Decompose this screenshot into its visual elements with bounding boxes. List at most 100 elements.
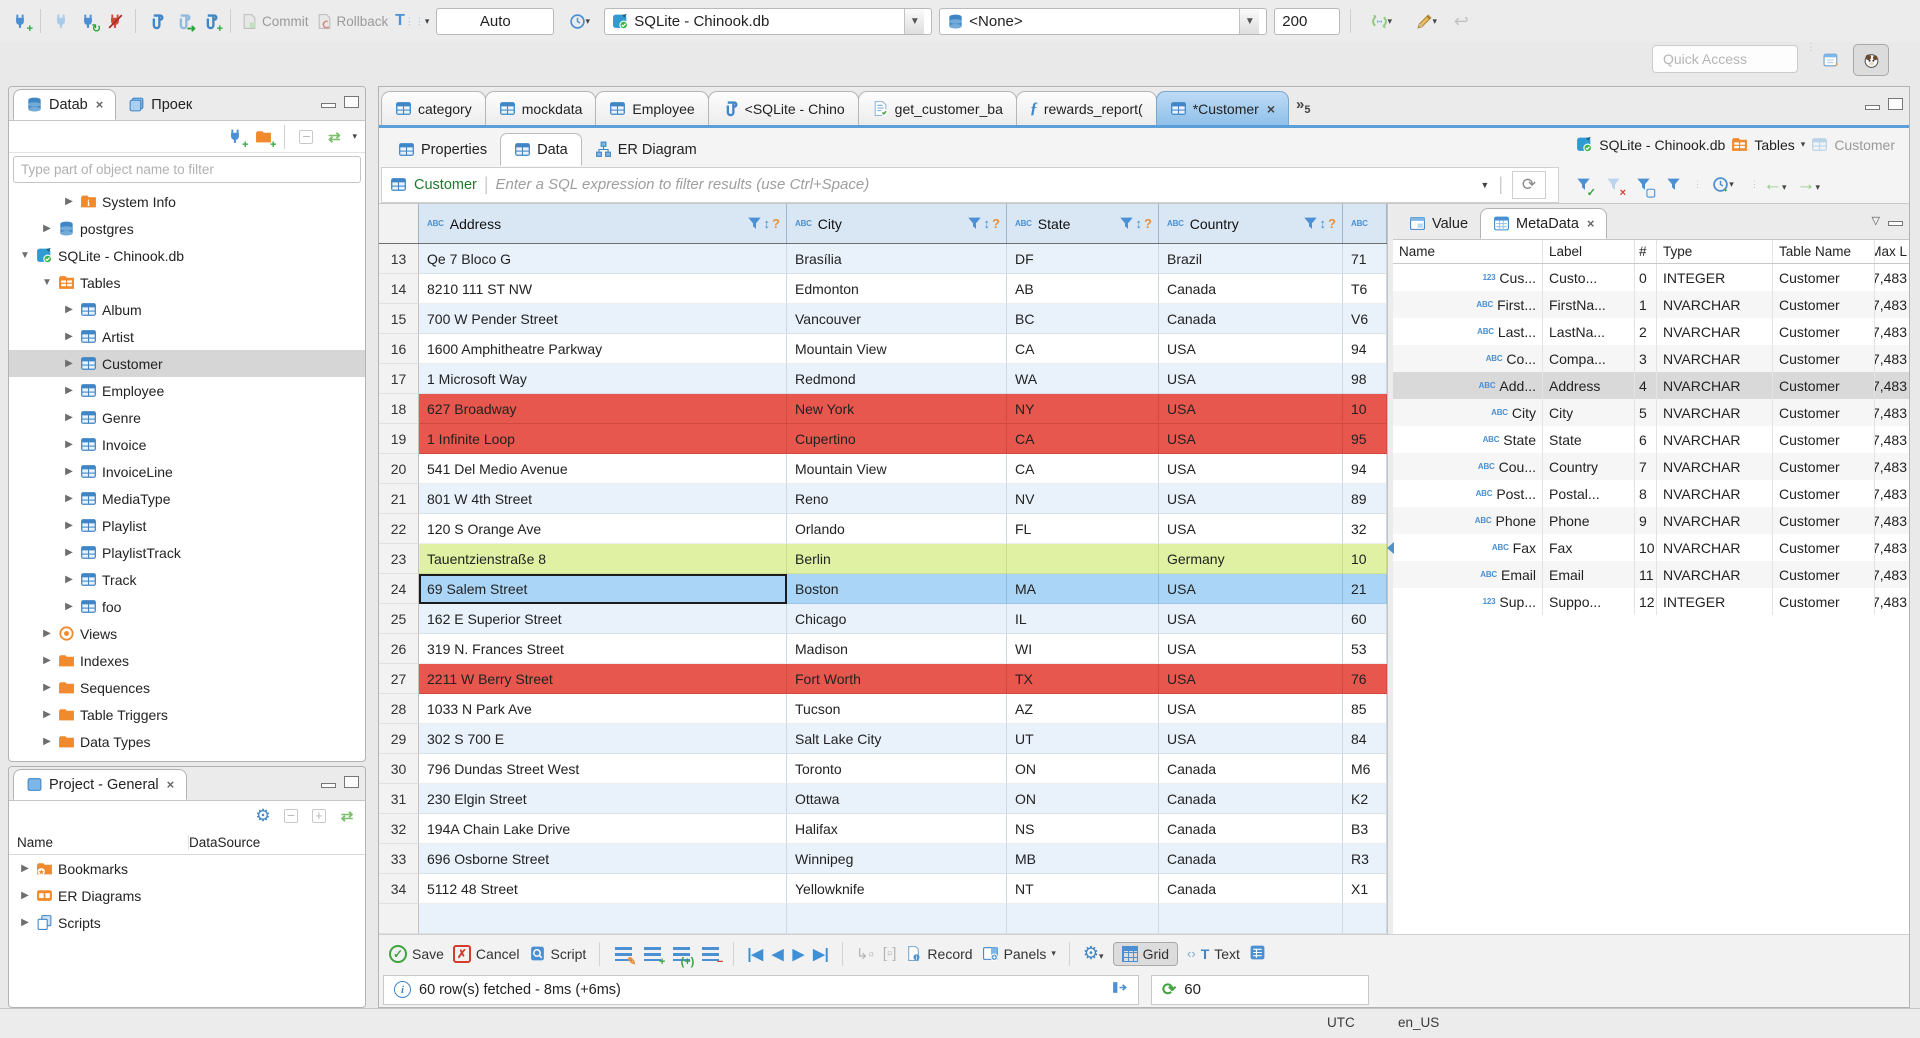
grid-cell[interactable]: Yellowknife: [787, 874, 1007, 904]
expand-all-icon[interactable]: +: [309, 806, 329, 826]
grid-cell[interactable]: 2211 W Berry Street: [419, 664, 787, 694]
tab-overflow-indicator[interactable]: »5: [1296, 96, 1310, 116]
grid-cell[interactable]: MB: [1007, 844, 1159, 874]
sql-filter-input[interactable]: Customer | Enter a SQL expression to fil…: [381, 166, 1559, 203]
grid-cell[interactable]: 801 W 4th Street: [419, 484, 787, 514]
grid-cell[interactable]: 319 N. Frances Street: [419, 634, 787, 664]
grid-cell[interactable]: Madison: [787, 634, 1007, 664]
minimize-panel-button[interactable]: [1888, 221, 1903, 226]
tree-item-postgres[interactable]: ▶ postgres: [9, 215, 365, 242]
table-row[interactable]: 17 1 Microsoft Way Redmond WA USA 98: [379, 364, 1387, 394]
table-row[interactable]: 14 8210 111 ST NW Edmonton AB Canada T6: [379, 274, 1387, 304]
tree-item-mediatype[interactable]: ▶ MediaType: [9, 485, 365, 512]
grid-cell[interactable]: 21: [1343, 574, 1387, 604]
chevron-expanded-icon[interactable]: ▼: [19, 250, 31, 261]
table-row[interactable]: 29 302 S 700 E Salt Lake City UT USA 84: [379, 724, 1387, 754]
grid-cell[interactable]: 10: [1343, 394, 1387, 424]
metadata-column-table-name[interactable]: Table Name: [1773, 240, 1875, 263]
grid-cell[interactable]: Canada: [1159, 754, 1343, 784]
grid-cell[interactable]: 94: [1343, 454, 1387, 484]
chevron-collapsed-icon[interactable]: ▶: [63, 547, 75, 558]
grid-cell[interactable]: M6: [1343, 754, 1387, 784]
grid-cell[interactable]: Fort Worth: [787, 664, 1007, 694]
txn-log-icon[interactable]: ▾: [561, 11, 597, 31]
goto-row-icon[interactable]: ↳▫: [856, 945, 874, 963]
minimize-panel-button[interactable]: [321, 103, 336, 108]
column-header-city[interactable]: ABC City ↕?: [787, 204, 1007, 243]
grid-cell[interactable]: NY: [1007, 394, 1159, 424]
tree-item-invoiceline[interactable]: ▶ InvoiceLine: [9, 458, 365, 485]
table-row[interactable]: 34 5112 48 Street Yellowknife NT Canada X1: [379, 874, 1387, 904]
grid-cell[interactable]: 541 Del Medio Avenue: [419, 454, 787, 484]
grid-cell[interactable]: USA: [1159, 724, 1343, 754]
grid-cell[interactable]: 32: [1343, 514, 1387, 544]
filter-funnel-icon[interactable]: [747, 216, 762, 231]
tab-metadata[interactable]: MetaData ×: [1480, 208, 1608, 239]
grid-cell[interactable]: USA: [1159, 694, 1343, 724]
close-icon[interactable]: ×: [1267, 101, 1275, 117]
grid-cell[interactable]: IL: [1007, 604, 1159, 634]
table-row[interactable]: 24 69 Salem Street Boston MA USA 21: [379, 574, 1387, 604]
grid-cell[interactable]: 1600 Amphitheatre Parkway: [419, 334, 787, 364]
breadcrumb-db[interactable]: SQLite - Chinook.db: [1599, 137, 1725, 153]
grid-cell[interactable]: Canada: [1159, 304, 1343, 334]
column-header-postalcode[interactable]: ABC: [1343, 204, 1387, 243]
metadata-row[interactable]: ABCCo...Compa...3NVARCHARCustomer2,147,4…: [1393, 345, 1909, 372]
grid-cell[interactable]: 98: [1343, 364, 1387, 394]
maximize-editor-button[interactable]: [1888, 98, 1903, 110]
metadata-row[interactable]: ABCFaxFax10NVARCHARCustomer2,147,483: [1393, 534, 1909, 561]
reconnect-icon[interactable]: ↻: [78, 11, 101, 35]
grid-cell[interactable]: Halifax: [787, 814, 1007, 844]
grid-cell[interactable]: 120 S Orange Ave: [419, 514, 787, 544]
save-filter-icon[interactable]: ▢: [1633, 175, 1656, 198]
tab-er-diagram[interactable]: ER Diagram: [582, 133, 710, 166]
format-pen-icon[interactable]: ▾: [1408, 11, 1444, 31]
column-header-state[interactable]: ABC State ↕?: [1007, 204, 1159, 243]
tree-item-system-info[interactable]: ▶ i System Info: [9, 188, 365, 215]
grid-cell[interactable]: USA: [1159, 364, 1343, 394]
grid-cell[interactable]: Mountain View: [787, 334, 1007, 364]
grid-cell[interactable]: 230 Elgin Street: [419, 784, 787, 814]
table-row[interactable]: 13 Qe 7 Bloco G Brasília DF Brazil 71: [379, 244, 1387, 274]
grid-cell[interactable]: Canada: [1159, 844, 1343, 874]
tab-projects[interactable]: Проек: [116, 89, 204, 120]
last-row-icon[interactable]: ▶|: [813, 945, 829, 963]
general-perspective-button[interactable]: [1853, 44, 1889, 76]
grid-cell[interactable]: 5112 48 Street: [419, 874, 787, 904]
select-row-icon[interactable]: [▫]: [883, 945, 897, 962]
nav-forward-icon[interactable]: →▾: [1797, 174, 1821, 196]
grid-cell[interactable]: USA: [1159, 454, 1343, 484]
grid-cell[interactable]: 60: [1343, 604, 1387, 634]
metadata-row[interactable]: ABCStateState6NVARCHARCustomer2,147,483: [1393, 426, 1909, 453]
table-row[interactable]: 31 230 Elgin Street Ottawa ON Canada K2: [379, 784, 1387, 814]
fetch-size-input[interactable]: [1274, 7, 1341, 35]
undo-icon[interactable]: ↩: [1451, 11, 1471, 31]
grid-cell[interactable]: USA: [1159, 424, 1343, 454]
tree-item-data-types[interactable]: ▶ Data Types: [9, 728, 365, 755]
tree-item-artist[interactable]: ▶ Artist: [9, 323, 365, 350]
new-sql-editor-icon[interactable]: ➜: [173, 11, 196, 35]
panels-button[interactable]: Panels ▾: [982, 945, 1056, 962]
panel-sash[interactable]: [1387, 204, 1394, 934]
collapse-panel-icon[interactable]: [1387, 542, 1394, 554]
grid-cell[interactable]: USA: [1159, 604, 1343, 634]
close-icon[interactable]: ×: [96, 97, 104, 112]
new-connection-icon[interactable]: +: [10, 11, 33, 35]
chevron-collapsed-icon[interactable]: ▶: [63, 601, 75, 612]
metadata-row[interactable]: ABCFirst...FirstNa...1NVARCHARCustomer2,…: [1393, 291, 1909, 318]
chevron-down-icon[interactable]: ▾: [1801, 139, 1806, 150]
new-folder-icon[interactable]: +: [253, 127, 276, 150]
remove-filter-icon[interactable]: ×: [1603, 175, 1626, 198]
link-with-editor-icon[interactable]: ⇄: [337, 806, 357, 826]
tree-item-playlist[interactable]: ▶ Playlist: [9, 512, 365, 539]
grid-cell[interactable]: Winnipeg: [787, 844, 1007, 874]
table-row[interactable]: 27 2211 W Berry Street Fort Worth TX USA 76: [379, 664, 1387, 694]
grid-cell[interactable]: WA: [1007, 364, 1159, 394]
chevron-collapsed-icon[interactable]: ▶: [63, 520, 75, 531]
metadata-row[interactable]: ABCEmailEmail11NVARCHARCustomer2,147,483: [1393, 561, 1909, 588]
chevron-collapsed-icon[interactable]: ▶: [63, 304, 75, 315]
maximize-panel-button[interactable]: [344, 776, 359, 788]
database-select-combo[interactable]: SQLite - Chinook.db ▼: [604, 7, 933, 35]
chevron-collapsed-icon[interactable]: ▶: [41, 655, 53, 666]
grid-cell[interactable]: Reno: [787, 484, 1007, 514]
